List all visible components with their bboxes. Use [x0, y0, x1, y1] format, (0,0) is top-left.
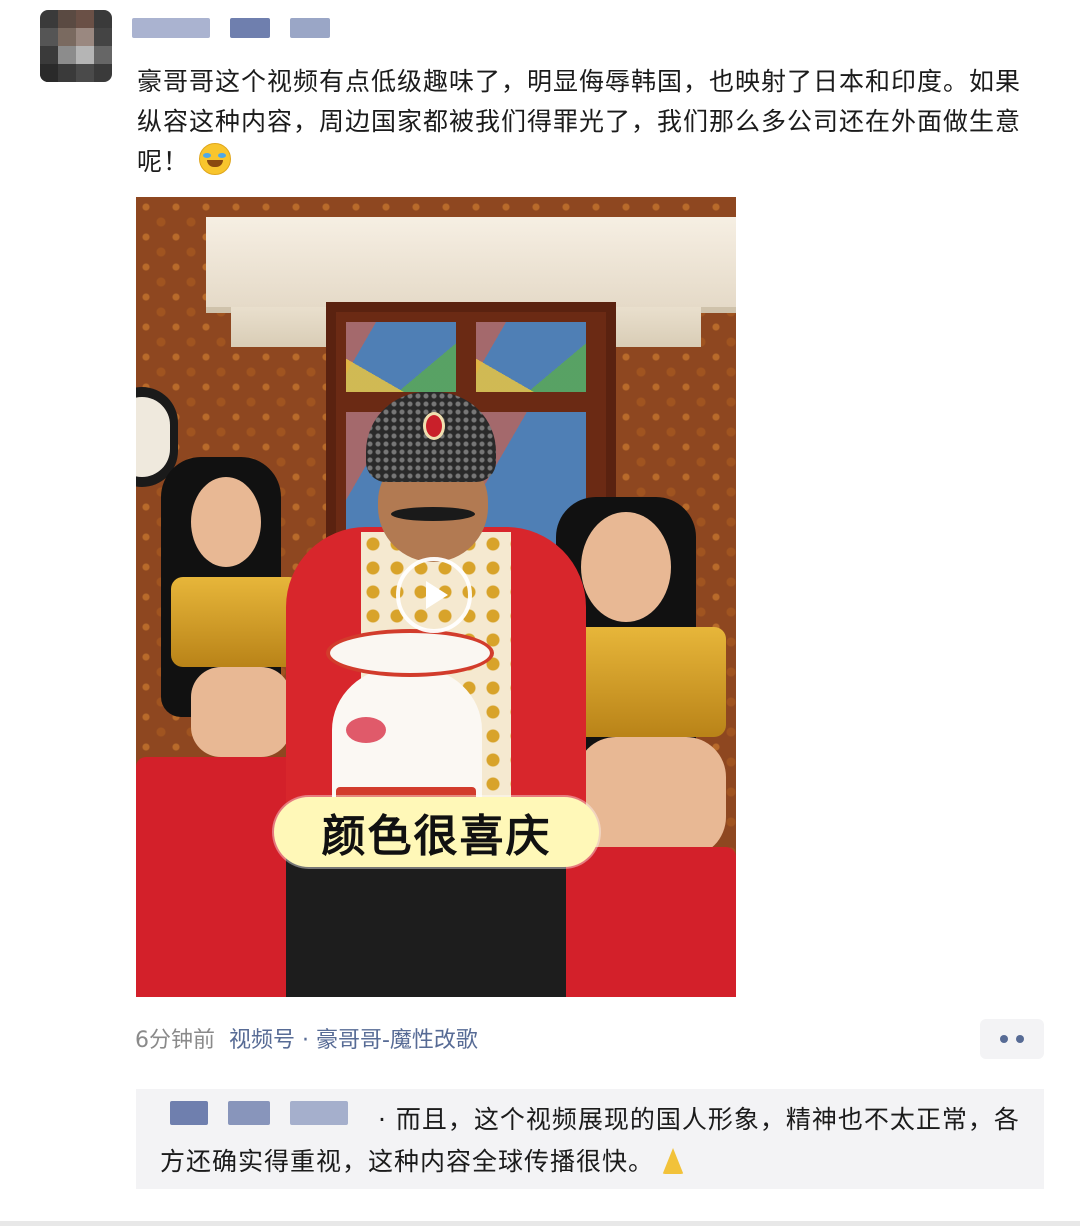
more-actions-button[interactable] — [980, 1019, 1044, 1059]
more-dot — [1016, 1035, 1024, 1043]
man-mustache — [391, 507, 475, 521]
right-dancer-skirt — [546, 847, 736, 997]
folded-hands-emoji-icon — [662, 1148, 684, 1174]
left-dancer-face — [191, 477, 261, 567]
ceiling-moulding — [206, 217, 736, 313]
left-dancer-top — [171, 577, 301, 667]
play-button[interactable] — [396, 557, 472, 633]
comment-text: · 而且，这个视频展现的国人形象，精神也不太正常，各方还确实得重视，这种内容全球… — [160, 1099, 1020, 1183]
divider — [0, 1221, 1080, 1226]
spittoon-rim — [326, 629, 494, 677]
spittoon-flower — [346, 717, 386, 743]
man-trousers — [286, 847, 566, 997]
username-blurred[interactable] — [132, 18, 352, 40]
moments-post: 豪哥哥这个视频有点低级趣味了，明显侮辱韩国，也映射了日本和印度。如果纵容这种内容… — [0, 0, 1080, 1226]
avatar[interactable] — [40, 10, 112, 82]
post-time: 6分钟前 — [135, 1028, 215, 1053]
post-meta: 6分钟前 视频号 · 豪哥哥-魔性改歌 — [135, 1025, 478, 1057]
more-dots-icon — [1000, 1035, 1008, 1043]
turban-jewel — [423, 412, 445, 440]
video-thumbnail[interactable]: 颜色很喜庆 — [136, 197, 736, 997]
video-channel-link[interactable]: 视频号 · 豪哥哥-魔性改歌 — [229, 1028, 478, 1053]
comment-text-content: · 而且，这个视频展现的国人形象，精神也不太正常，各方还确实得重视，这种内容全球… — [160, 1105, 1020, 1176]
post-text-content: 豪哥哥这个视频有点低级趣味了，明显侮辱韩国，也映射了日本和印度。如果纵容这种内容… — [137, 67, 1022, 176]
right-dancer-belly — [576, 737, 726, 857]
video-caption: 颜色很喜庆 — [274, 797, 599, 867]
laughing-tears-emoji-icon — [199, 143, 232, 175]
play-icon — [426, 581, 448, 609]
comment-area: · 而且，这个视频展现的国人形象，精神也不太正常，各方还确实得重视，这种内容全球… — [136, 1089, 1044, 1189]
post-text: 豪哥哥这个视频有点低级趣味了，明显侮辱韩国，也映射了日本和印度。如果纵容这种内容… — [137, 62, 1037, 182]
left-dancer-belly — [191, 667, 291, 757]
right-dancer-face — [581, 512, 671, 622]
